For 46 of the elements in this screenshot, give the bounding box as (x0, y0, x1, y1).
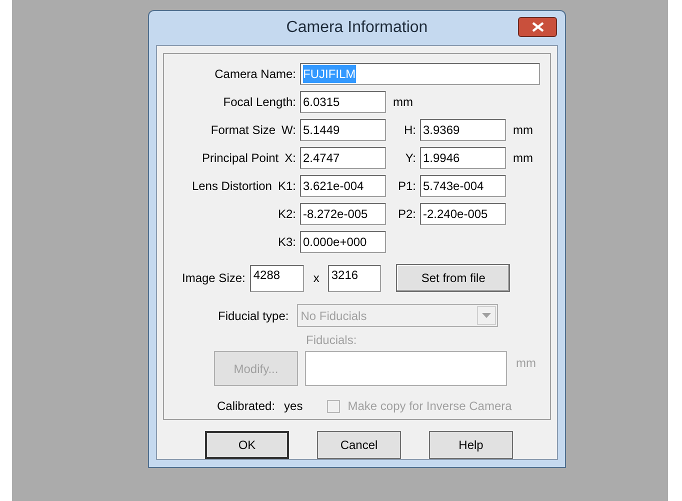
close-button[interactable] (518, 17, 557, 37)
input-field[interactable]: 2.4747 (300, 147, 386, 169)
dialog-button[interactable]: OK (205, 431, 289, 459)
unit-label: mm (513, 122, 533, 139)
field-label: Principal Point (202, 150, 279, 167)
input-field[interactable]: -2.240e-005 (420, 203, 506, 225)
field-label: Focal Length: (223, 94, 296, 111)
unit-label: mm (516, 355, 536, 372)
field-label: P1: (398, 178, 416, 195)
dialog-button[interactable]: Help (429, 431, 513, 459)
field-label: Fiducials: (306, 333, 358, 347)
status-value: yes (284, 398, 303, 415)
field-label: K2: (278, 206, 296, 223)
unit-label: mm (393, 94, 413, 111)
field-label: Fiducial type: (218, 308, 289, 324)
input-field[interactable]: 3.621e-004 (300, 175, 386, 197)
dropdown-arrow-icon (482, 313, 491, 318)
field-label: Lens Distortion (192, 178, 272, 195)
input-field[interactable]: 3.9369 (420, 119, 506, 141)
input-field[interactable]: 5.1449 (300, 119, 386, 141)
input-field[interactable]: 6.0315 (300, 91, 386, 113)
field-label: W: (282, 122, 296, 139)
checkbox-label: Make copy for Inverse Camera (348, 398, 512, 415)
field-label: K3: (278, 234, 296, 251)
field-label: H: (404, 122, 416, 139)
field-label: Y: (405, 150, 416, 167)
input-field[interactable]: 3216 (328, 264, 382, 292)
dialog-button[interactable]: Cancel (317, 431, 401, 459)
field-label: P2: (398, 206, 416, 223)
field-label: X: (284, 150, 296, 167)
field-label: Calibrated: (217, 398, 276, 415)
modify-button: Modify... (214, 351, 298, 386)
field-label: Image Size: (182, 270, 246, 287)
input-field[interactable]: 0.000e+000 (300, 231, 386, 253)
field-label: Format Size (210, 122, 276, 139)
input-field[interactable]: 5.743e-004 (420, 175, 506, 197)
input-field[interactable]: -8.272e-005 (300, 203, 386, 225)
input-field[interactable]: 1.9946 (420, 147, 506, 169)
input-field[interactable]: 4288 (250, 264, 304, 292)
field-label: Camera Name: (214, 66, 296, 83)
separator-label: x (313, 270, 320, 287)
set-from-file-button[interactable]: Set from file (396, 264, 510, 292)
field-label: K1: (278, 178, 296, 195)
unit-label: mm (513, 150, 533, 167)
close-icon (532, 22, 544, 32)
window-title: Camera Information (286, 18, 428, 38)
